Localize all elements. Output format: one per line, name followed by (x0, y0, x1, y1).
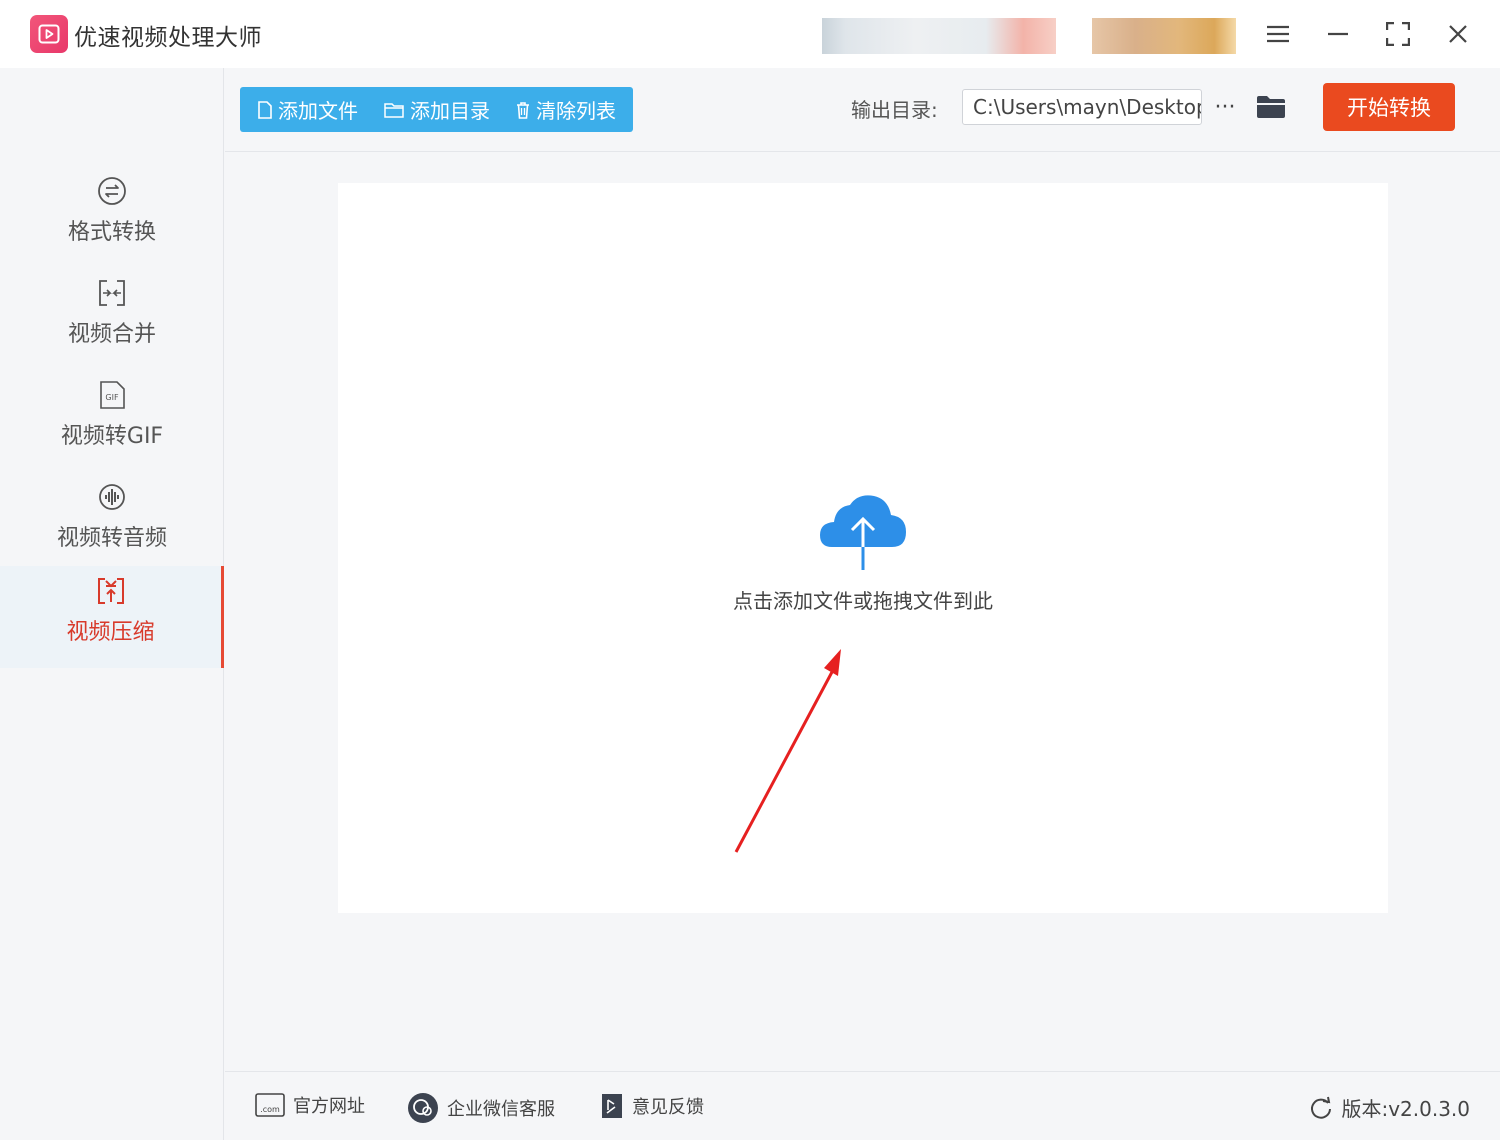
close-icon (1449, 25, 1467, 43)
add-file-button[interactable]: 添加文件 (258, 87, 358, 132)
minimize-button[interactable] (1318, 14, 1358, 54)
file-icon (258, 100, 272, 119)
add-folder-label: 添加目录 (410, 99, 490, 123)
blurred-ad-banner[interactable] (822, 18, 1056, 54)
version-info[interactable]: 版本:v2.0.3.0 (1309, 1093, 1470, 1122)
sidebar-item-label: 视频转GIF (60, 424, 164, 449)
svg-text:GIF: GIF (105, 393, 119, 402)
cloud-upload-icon[interactable] (818, 493, 908, 573)
start-convert-button[interactable]: 开始转换 (1323, 83, 1455, 131)
file-drop-zone[interactable]: 点击添加文件或拖拽文件到此 (338, 183, 1388, 913)
open-folder-button[interactable] (1255, 90, 1287, 124)
sidebar-item-merge[interactable]: 视频合并 (0, 268, 224, 370)
official-website-link[interactable]: .com 官方网址 (255, 1092, 365, 1118)
feedback-link[interactable]: 意见反馈 (600, 1092, 704, 1120)
sidebar-item-label: 视频合并 (67, 322, 156, 347)
browse-more-button[interactable]: ··· (1210, 90, 1240, 124)
menu-button[interactable] (1258, 14, 1298, 54)
audio-icon (97, 482, 127, 512)
play-icon (38, 24, 60, 44)
footer: .com 官方网址 企业微信客服 意见反馈 版本:v2.0.3.0 (225, 1071, 1500, 1140)
trash-icon (517, 101, 529, 119)
clear-list-button[interactable]: 清除列表 (516, 87, 616, 132)
version-label: 版本:v2.0.3.0 (1341, 1097, 1470, 1121)
hamburger-icon (1267, 25, 1289, 43)
minimize-icon (1328, 32, 1348, 36)
title-bar: 优速视频处理大师 (0, 0, 1500, 68)
blurred-user-avatar[interactable] (1092, 18, 1236, 54)
sidebar-item-label: 视频压缩 (66, 620, 155, 645)
add-file-label: 添加文件 (278, 99, 358, 123)
website-icon: .com (255, 1093, 285, 1117)
feedback-icon (602, 1094, 622, 1118)
gif-icon: GIF (97, 380, 127, 410)
add-folder-button[interactable]: 添加目录 (384, 87, 490, 132)
sidebar-item-compress[interactable]: 视频压缩 (0, 566, 224, 668)
maximize-icon (1386, 22, 1410, 46)
sidebar-item-label: 视频转音频 (56, 526, 167, 551)
folder-icon (1257, 96, 1285, 118)
close-button[interactable] (1438, 14, 1478, 54)
toolbar: 添加文件 添加目录 清除列表 输出目录: C:\Users\mayn\Deskt… (225, 68, 1500, 152)
output-dir-field[interactable]: C:\Users\mayn\Desktop (962, 89, 1202, 125)
compress-icon (96, 576, 126, 606)
feedback-label: 意见反馈 (632, 1097, 704, 1118)
sidebar-item-audio[interactable]: 视频转音频 (0, 472, 224, 574)
output-dir-label: 输出目录: (851, 98, 938, 122)
file-button-group: 添加文件 添加目录 清除列表 (240, 87, 633, 132)
output-dir-value: C:\Users\mayn\Desktop (973, 95, 1202, 119)
sidebar-item-format-convert[interactable]: 格式转换 (0, 166, 224, 268)
sidebar: 格式转换 视频合并 GIF 视频转GIF 视频转音频 视频压缩 (0, 68, 224, 1140)
format-convert-icon (97, 176, 127, 206)
sidebar-item-gif[interactable]: GIF 视频转GIF (0, 370, 224, 472)
app-title: 优速视频处理大师 (74, 25, 262, 51)
maximize-button[interactable] (1378, 14, 1418, 54)
refresh-icon (1311, 1096, 1332, 1119)
folder-outline-icon (384, 102, 404, 118)
svg-text:.com: .com (260, 1105, 280, 1114)
wechat-support-label: 企业微信客服 (447, 1099, 555, 1120)
website-label: 官方网址 (293, 1096, 365, 1117)
merge-icon (97, 278, 127, 308)
wechat-icon (408, 1093, 438, 1123)
app-logo (30, 15, 68, 53)
wechat-support-link[interactable]: 企业微信客服 (407, 1092, 555, 1124)
drop-hint-text: 点击添加文件或拖拽文件到此 (733, 589, 993, 613)
clear-list-label: 清除列表 (536, 99, 616, 123)
sidebar-item-label: 格式转换 (67, 220, 156, 245)
